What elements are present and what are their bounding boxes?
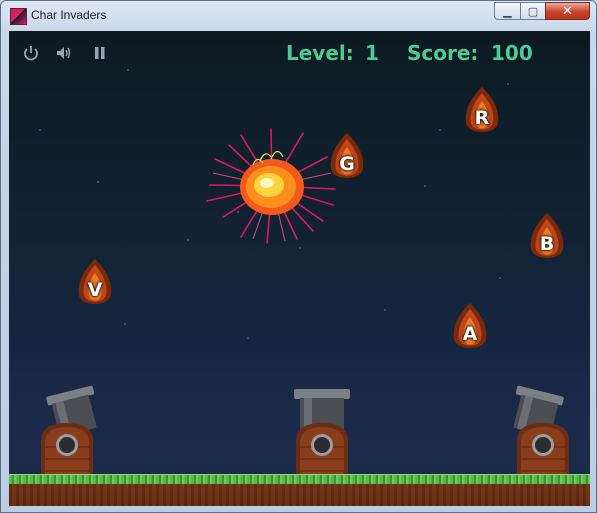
level-value: 1 xyxy=(365,41,379,65)
power-icon[interactable] xyxy=(22,44,40,62)
star xyxy=(507,83,509,85)
app-icon xyxy=(10,8,27,25)
star xyxy=(187,239,189,241)
score-label: Score: xyxy=(407,41,479,65)
meteor-letter: G xyxy=(339,153,355,175)
meteor-v: V xyxy=(75,259,115,313)
star xyxy=(39,129,41,131)
meteor-letter: A xyxy=(462,323,478,345)
star xyxy=(247,337,249,339)
meteor-letter: V xyxy=(87,279,103,301)
star xyxy=(299,247,301,249)
explosion-burst xyxy=(206,128,336,244)
meteor-letter: B xyxy=(539,233,555,255)
app-window: Char Invaders ▁ ▢ ✕ Level: 1 Score: 100 … xyxy=(0,0,597,513)
speaker-icon[interactable] xyxy=(55,44,73,62)
window-title: Char Invaders xyxy=(31,8,107,22)
cannon-middle[interactable] xyxy=(288,385,356,477)
star xyxy=(424,185,426,187)
level-label: Level: xyxy=(286,41,354,65)
star xyxy=(439,129,441,131)
title-bar[interactable]: Char Invaders ▁ ▢ ✕ xyxy=(1,1,596,31)
cannon-left[interactable] xyxy=(33,385,101,477)
close-button[interactable]: ✕ xyxy=(545,2,590,20)
maximize-button[interactable]: ▢ xyxy=(520,2,545,20)
window-controls: ▁ ▢ ✕ xyxy=(494,2,590,21)
game-canvas[interactable]: Level: 1 Score: 100 R G B V A xyxy=(9,31,590,506)
meteor-r: R xyxy=(462,87,502,141)
minimize-button[interactable]: ▁ xyxy=(494,2,520,20)
grass-strip xyxy=(9,474,590,484)
cannon-right[interactable] xyxy=(509,385,577,477)
star xyxy=(97,181,99,183)
star xyxy=(124,323,126,325)
star xyxy=(499,277,501,279)
star xyxy=(384,309,386,311)
meteor-a: A xyxy=(450,303,490,357)
score-value: 100 xyxy=(491,41,533,65)
meteor-g: G xyxy=(327,133,367,187)
star xyxy=(127,69,129,71)
meteor-b: B xyxy=(527,213,567,267)
meteor-letter: R xyxy=(474,107,490,129)
pause-icon[interactable] xyxy=(91,44,109,62)
